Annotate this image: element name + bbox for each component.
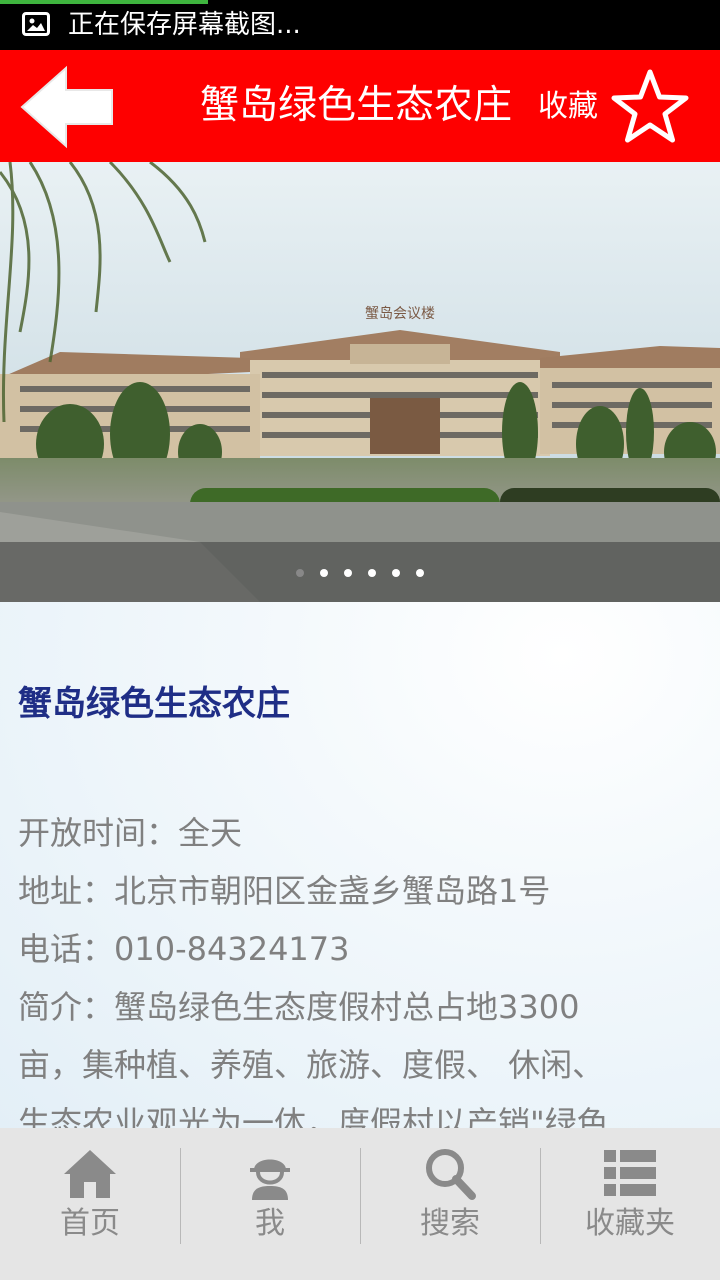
pager-dot[interactable] — [296, 569, 304, 577]
tab-home[interactable]: 首页 — [0, 1128, 180, 1280]
address: 地址：北京市朝阳区金盏乡蟹岛路1号 — [18, 872, 551, 910]
tab-me-label: 我 — [255, 1206, 285, 1241]
save-progress-bar — [0, 0, 208, 4]
building-sign: 蟹岛会议楼 — [365, 306, 435, 322]
phone[interactable]: 电话：010-84324173 — [18, 920, 350, 978]
tab-search[interactable]: 搜索 — [360, 1128, 540, 1280]
pager-bar — [0, 542, 720, 602]
tab-favorites-label: 收藏夹 — [585, 1206, 675, 1241]
header-bar: 蟹岛绿色生态农庄 收藏 — [0, 50, 720, 162]
tab-search-label: 搜索 — [420, 1206, 480, 1241]
favorite-button[interactable] — [610, 68, 690, 144]
star-outline-icon — [611, 69, 689, 143]
intro-line-2: 亩，集种植、养殖、旅游、度假、 休闲、 — [18, 1046, 605, 1084]
tab-home-label: 首页 — [60, 1206, 120, 1241]
pager-dot[interactable] — [392, 569, 400, 577]
back-arrow-icon — [20, 65, 113, 149]
resort-building-photo: 蟹岛会议楼 — [0, 162, 720, 602]
place-name: 蟹岛绿色生态农庄 — [18, 684, 290, 724]
intro-line-3: 生态农业观光为一体，度假村以产销"绿色 — [18, 1104, 609, 1128]
pager-dot[interactable] — [416, 569, 424, 577]
intro-line-1: 简介：蟹岛绿色生态度假村总占地3300 — [18, 988, 580, 1026]
opening-hours: 开放时间：全天 — [18, 814, 243, 852]
tab-me[interactable]: 我 — [180, 1128, 360, 1280]
detail-section[interactable]: 蟹岛绿色生态农庄 开放时间：全天 地址：北京市朝阳区金盏乡蟹岛路1号 电话：01… — [0, 602, 720, 1128]
user-icon — [250, 1159, 290, 1200]
pager-dot[interactable] — [320, 569, 328, 577]
tab-favorites[interactable]: 收藏夹 — [540, 1128, 720, 1280]
image-icon — [22, 12, 50, 36]
favorite-label[interactable]: 收藏 — [538, 86, 598, 128]
home-icon — [64, 1150, 116, 1198]
status-bar: 正在保存屏幕截图... — [0, 0, 720, 50]
page-title: 蟹岛绿色生态农庄 — [200, 83, 513, 128]
list-icon — [604, 1150, 656, 1196]
pager-dot[interactable] — [368, 569, 376, 577]
back-button[interactable] — [18, 64, 118, 150]
notification-text: 正在保存屏幕截图... — [68, 10, 301, 40]
pager-dot[interactable] — [344, 569, 352, 577]
search-icon — [426, 1149, 476, 1200]
bottom-tab-bar: 首页 我 搜索 收藏夹 — [0, 1128, 720, 1280]
photo-banner[interactable]: 蟹岛会议楼 — [0, 162, 720, 602]
